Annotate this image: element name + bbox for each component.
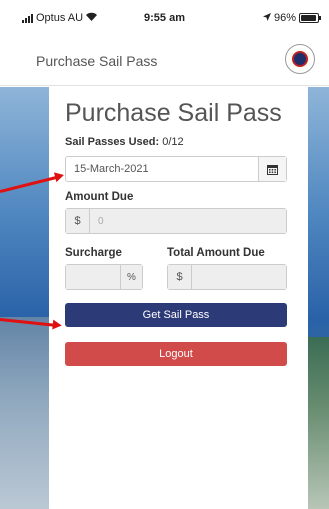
surcharge-field: %: [65, 264, 143, 290]
battery-percent: 96%: [273, 12, 296, 24]
percent-addon: %: [120, 265, 142, 289]
battery-level: [301, 15, 317, 21]
battery-icon: [299, 13, 321, 23]
calendar-icon[interactable]: [258, 157, 286, 181]
date-input[interactable]: 15-March-2021: [66, 157, 258, 181]
status-bar: Optus AU 9:55 am 96%: [0, 0, 329, 36]
amount-due-label: Amount Due: [65, 191, 134, 203]
logout-button[interactable]: Logout: [65, 342, 287, 366]
surcharge-input: [66, 265, 120, 289]
background-shore-left: [0, 317, 50, 509]
surcharge-label: Surcharge: [65, 247, 122, 259]
get-sail-pass-button[interactable]: Get Sail Pass: [65, 303, 287, 327]
location-icon: [262, 12, 271, 24]
club-logo-icon[interactable]: [285, 44, 315, 74]
app-header: Purchase Sail Pass: [0, 36, 329, 86]
amount-currency-addon: $: [66, 209, 90, 233]
amount-due-field: $ 0: [65, 208, 287, 234]
page-title: Purchase Sail Pass: [65, 99, 282, 127]
passes-used: Sail Passes Used: 0/12: [65, 136, 184, 148]
passes-used-label: Sail Passes Used:: [65, 136, 160, 148]
total-amount-input: [192, 265, 286, 289]
club-logo-emblem: [292, 51, 308, 67]
amount-due-input: 0: [90, 209, 286, 233]
total-amount-field: $: [167, 264, 287, 290]
date-picker[interactable]: 15-March-2021: [65, 156, 287, 182]
purchase-card: Purchase Sail Pass Sail Passes Used: 0/1…: [49, 87, 308, 509]
header-title: Purchase Sail Pass: [36, 53, 158, 69]
passes-used-value: 0/12: [162, 136, 184, 148]
status-right: 96%: [262, 12, 321, 24]
total-currency-addon: $: [168, 265, 192, 289]
total-amount-label: Total Amount Due: [167, 247, 265, 259]
